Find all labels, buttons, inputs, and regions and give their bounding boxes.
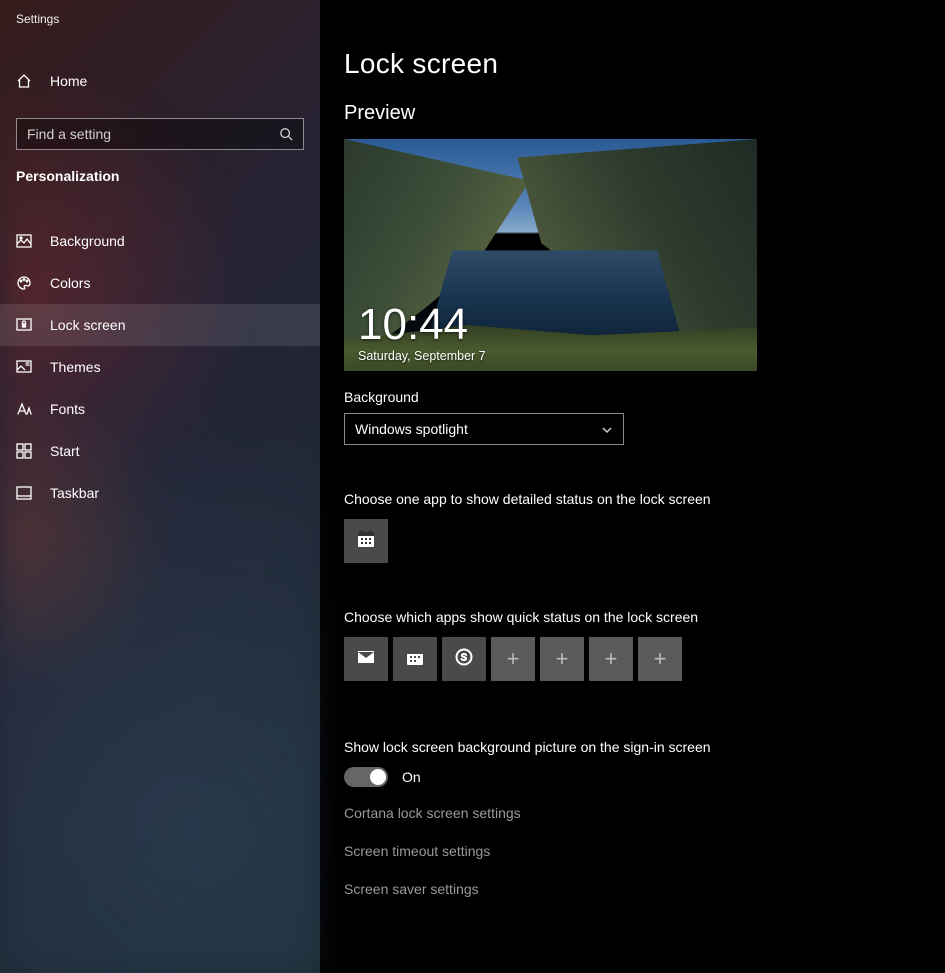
signin-bg-label: Show lock screen background picture on t… [344,739,945,755]
sidebar-item-label: Themes [50,359,101,375]
search-input[interactable] [27,126,279,142]
toggle-state-label: On [402,769,421,785]
background-select[interactable]: Windows spotlight [344,413,624,445]
chevron-down-icon [601,423,613,435]
mail-icon [356,647,376,672]
skype-icon [454,647,474,672]
link-screen-timeout[interactable]: Screen timeout settings [344,843,945,859]
fonts-icon [16,401,32,417]
sidebar-item-label: Start [50,443,80,459]
palette-icon [16,275,32,291]
preview-heading: Preview [344,102,945,125]
sidebar-item-background[interactable]: Background [0,220,320,262]
preview-clock: 10:44 [358,303,468,347]
search-box[interactable] [16,118,304,150]
calendar-icon [356,529,376,554]
detailed-status-label: Choose one app to show detailed status o… [344,491,945,507]
preview-date: Saturday, September 7 [358,349,486,363]
quick-app-add-1[interactable]: + [491,637,535,681]
quick-app-add-2[interactable]: + [540,637,584,681]
start-icon [16,443,32,459]
sidebar-item-label: Lock screen [50,317,125,333]
sidebar-item-label: Fonts [50,401,85,417]
sidebar-item-label: Colors [50,275,90,291]
category-heading: Personalization [0,150,320,194]
themes-icon [16,359,32,375]
plus-icon: + [605,646,618,672]
main-content: Lock screen Preview 10:44 Saturday, Sept… [320,0,945,973]
plus-icon: + [507,646,520,672]
link-screen-saver[interactable]: Screen saver settings [344,881,945,897]
sidebar-item-colors[interactable]: Colors [0,262,320,304]
quick-status-label: Choose which apps show quick status on t… [344,609,945,625]
plus-icon: + [556,646,569,672]
lock-screen-preview[interactable]: 10:44 Saturday, September 7 [344,139,757,371]
detailed-app-calendar[interactable] [344,519,388,563]
signin-bg-toggle[interactable] [344,767,388,787]
home-icon [16,73,32,89]
page-title: Lock screen [344,48,945,80]
sidebar-item-start[interactable]: Start [0,430,320,472]
calendar-icon [405,647,425,672]
sidebar-item-themes[interactable]: Themes [0,346,320,388]
quick-app-add-4[interactable]: + [638,637,682,681]
link-cortana-settings[interactable]: Cortana lock screen settings [344,805,945,821]
sidebar-item-lock-screen[interactable]: Lock screen [0,304,320,346]
sidebar-item-taskbar[interactable]: Taskbar [0,472,320,514]
sidebar-item-label: Taskbar [50,485,99,501]
quick-app-mail[interactable] [344,637,388,681]
lock-screen-icon [16,317,32,333]
taskbar-icon [16,485,32,501]
home-nav[interactable]: Home [0,60,320,102]
background-value: Windows spotlight [355,421,468,437]
image-icon [16,233,32,249]
sidebar-item-fonts[interactable]: Fonts [0,388,320,430]
sidebar: Settings Home Personalization Background [0,0,320,973]
plus-icon: + [654,646,667,672]
sidebar-item-label: Background [50,233,125,249]
quick-app-calendar[interactable] [393,637,437,681]
toggle-knob [370,769,386,785]
quick-app-add-3[interactable]: + [589,637,633,681]
app-title: Settings [0,0,320,26]
quick-app-skype[interactable] [442,637,486,681]
background-label: Background [344,389,945,405]
home-label: Home [50,73,87,89]
search-icon [279,127,293,141]
